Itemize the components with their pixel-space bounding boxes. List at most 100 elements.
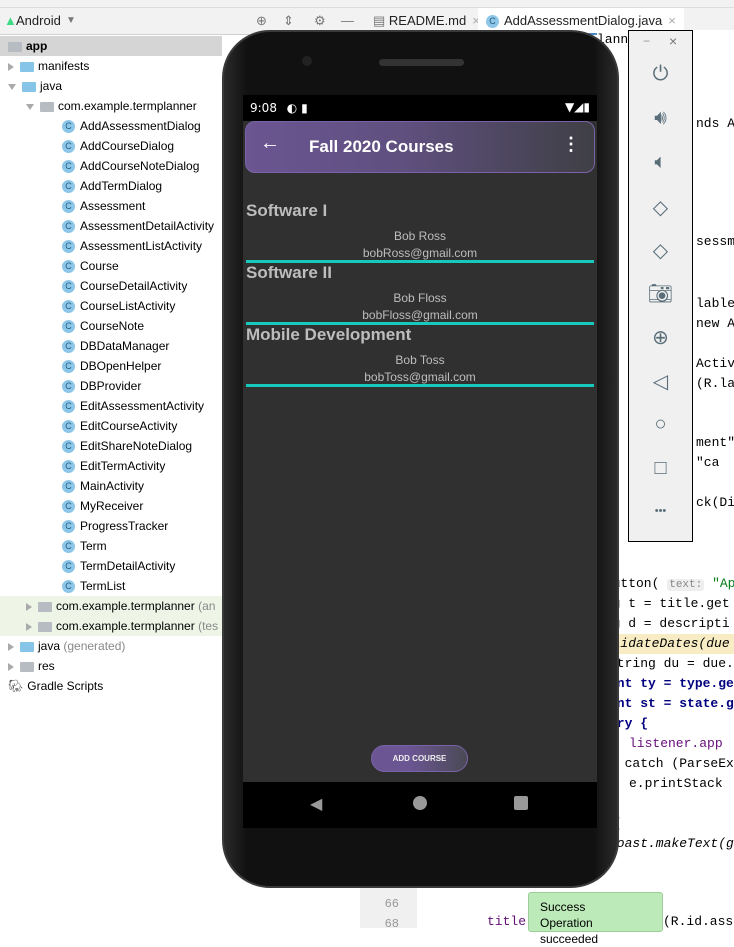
tree-label: Assessment — [80, 199, 146, 213]
minimize-icon[interactable]: — — [341, 13, 354, 28]
tree-item[interactable]: C CourseListActivity — [0, 296, 222, 316]
tree-item[interactable]: C Assessment — [0, 196, 222, 216]
course-item[interactable]: Software II Bob Floss bobFloss@gmail.com — [246, 263, 594, 325]
volume-down-icon[interactable]: 🔈︎ — [629, 151, 692, 174]
res-folder-icon — [20, 661, 34, 672]
wifi-signal-battery-icon: ▼◢▮ — [564, 100, 590, 114]
tree-item[interactable]: C Term — [0, 536, 222, 556]
project-view-select[interactable]: Android — [16, 13, 61, 28]
title-strip — [0, 0, 734, 8]
class-icon: C — [62, 260, 75, 274]
tree-item[interactable]: C TermList — [0, 576, 222, 596]
tree-item[interactable]: manifests — [0, 56, 222, 76]
course-item[interactable]: Mobile Development Bob Toss bobToss@gmail.… — [246, 325, 594, 387]
code-line-right: ck(Dial — [696, 495, 734, 510]
collapse-icon[interactable]: ⇕ — [283, 13, 294, 29]
project-tree: app manifests java com.example.termplanner C… — [0, 36, 222, 928]
tree-item[interactable]: C AddCourseNoteDialog — [0, 156, 222, 176]
tree-item[interactable]: C EditAssessmentActivity — [0, 396, 222, 416]
collapse-icon[interactable] — [8, 83, 16, 90]
class-icon: C — [62, 140, 75, 154]
tree-item[interactable]: java — [0, 76, 222, 96]
class-icon: C — [486, 15, 499, 29]
class-icon: C — [62, 320, 75, 334]
tree-item[interactable]: C ProgressTracker — [0, 516, 222, 536]
class-icon: C — [62, 460, 75, 474]
tree-item[interactable]: C CourseDetailActivity — [0, 276, 222, 296]
back-icon[interactable]: ◀ — [310, 794, 322, 814]
back-icon[interactable]: ◁ — [629, 369, 692, 394]
arrow-left-icon[interactable]: ← — [260, 132, 280, 155]
code-line-right: sessmen — [696, 234, 734, 249]
tree-label: MainActivity — [80, 479, 145, 493]
more-icon[interactable]: ••• — [629, 505, 692, 517]
recents-icon[interactable] — [514, 796, 528, 810]
tree-label: EditCourseActivity — [80, 419, 178, 433]
tree-item[interactable]: C DBOpenHelper — [0, 356, 222, 376]
tree-item[interactable]: C EditCourseActivity — [0, 416, 222, 436]
tab-label: AddAssessmentDialog.java — [504, 13, 663, 28]
tree-item[interactable]: C AddTermDialog — [0, 176, 222, 196]
tree-item[interactable]: C AssessmentDetailActivity — [0, 216, 222, 236]
tree-item[interactable]: C TermDetailActivity — [0, 556, 222, 576]
tree-item[interactable]: C MainActivity — [0, 476, 222, 496]
expand-icon[interactable] — [8, 62, 14, 71]
tree-item[interactable]: C DBProvider — [0, 376, 222, 396]
tree-item[interactable]: C MyReceiver — [0, 496, 222, 516]
zoom-icon[interactable]: ⊕ — [629, 325, 692, 350]
param-hint: text: — [667, 579, 705, 591]
class-icon: C — [62, 380, 75, 394]
rotate-left-icon[interactable]: ◇ — [629, 195, 692, 220]
volume-up-icon[interactable]: 🔊︎ — [629, 107, 692, 130]
phone-screen: 9:08 ◐ ▮ ▼◢▮ ← Fall 2020 Courses ⋮ Softw… — [243, 95, 597, 782]
expand-icon[interactable] — [26, 622, 32, 631]
tree-item[interactable]: C EditTermActivity — [0, 456, 222, 476]
tree-label: DBProvider — [80, 379, 142, 393]
tree-item[interactable]: C AssessmentListActivity — [0, 236, 222, 256]
collapse-icon[interactable] — [26, 103, 34, 110]
toast-notification[interactable]: Success Operation succeeded — [528, 892, 663, 946]
locate-icon[interactable]: ⊕ — [256, 13, 267, 29]
tree-item[interactable]: java (generated) — [0, 636, 222, 656]
tree-item[interactable]: com.example.termplanner (an — [0, 596, 222, 616]
expand-icon[interactable] — [26, 602, 32, 611]
expand-icon[interactable] — [8, 662, 14, 671]
instructor-email: bobFloss@gmail.com — [362, 308, 478, 322]
tree-item[interactable]: C EditShareNoteDialog — [0, 436, 222, 456]
close-button[interactable]: × — [669, 33, 677, 49]
minimize-button[interactable]: − — [643, 34, 650, 48]
add-course-button[interactable]: ADD COURSE — [371, 745, 468, 772]
tree-item[interactable]: com.example.termplanner — [0, 96, 222, 116]
camera-icon[interactable]: 📷︎ — [629, 281, 692, 306]
power-icon[interactable]: ⏻ — [629, 63, 692, 86]
status-time: 9:08 — [250, 101, 277, 115]
tree-item[interactable]: 🐘︎ Gradle Scripts — [0, 676, 222, 696]
instructor-email: bobToss@gmail.com — [364, 370, 476, 384]
tree-label: TermDetailActivity — [80, 559, 176, 573]
overview-icon[interactable]: □ — [629, 457, 692, 480]
gear-icon[interactable]: ⚙ — [314, 13, 326, 29]
chevron-down-icon[interactable]: ▼ — [66, 15, 76, 26]
rotate-right-icon[interactable]: ◇ — [629, 238, 692, 263]
expand-icon[interactable] — [8, 642, 14, 651]
tree-label: CourseDetailActivity — [80, 279, 188, 293]
code-text: } catch (ParseEx — [609, 756, 734, 771]
tree-item[interactable]: res — [0, 656, 222, 676]
home-icon[interactable]: ○ — [629, 413, 692, 436]
close-icon[interactable]: × — [668, 13, 676, 28]
tree-item[interactable]: com.example.termplanner (tes — [0, 616, 222, 636]
tree-item[interactable]: app — [0, 36, 222, 56]
class-icon: C — [62, 200, 75, 214]
code-line-right: (R.layo — [696, 376, 734, 391]
tree-item[interactable]: C Course — [0, 256, 222, 276]
tree-item[interactable]: C CourseNote — [0, 316, 222, 336]
tree-label: EditTermActivity — [80, 459, 166, 473]
class-icon: C — [62, 300, 75, 314]
tree-item[interactable]: C DBDataManager — [0, 336, 222, 356]
tree-label: MyReceiver — [80, 499, 144, 513]
tree-item[interactable]: C AddCourseDialog — [0, 136, 222, 156]
tree-item[interactable]: C AddAssessmentDialog — [0, 116, 222, 136]
course-item[interactable]: Software I Bob Ross bobRoss@gmail.com — [246, 201, 594, 263]
home-icon[interactable] — [413, 796, 427, 810]
more-vert-icon[interactable]: ⋮ — [562, 134, 580, 155]
